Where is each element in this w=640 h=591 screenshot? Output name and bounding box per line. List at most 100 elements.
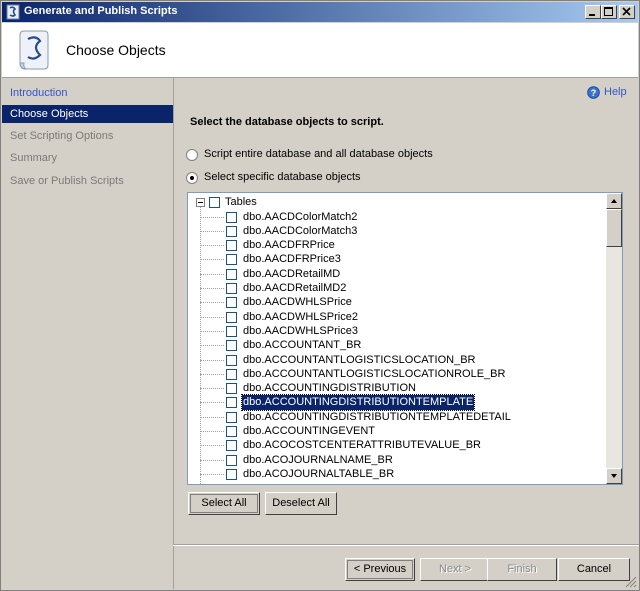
tree-root-label[interactable]: Tables: [224, 195, 258, 210]
radio-label[interactable]: Script entire database and all database …: [204, 148, 433, 160]
minimize-icon: [589, 14, 595, 16]
object-checkbox[interactable]: [226, 269, 237, 280]
minimize-button[interactable]: [585, 5, 601, 19]
tree-guide-line: [200, 259, 224, 260]
select-all-button[interactable]: Select All: [188, 492, 260, 515]
object-checkbox[interactable]: [226, 312, 237, 323]
tree-item-label[interactable]: dbo.ACOCOSTCENTERATTRIBUTEVALUE_BR: [242, 438, 482, 453]
previous-button[interactable]: < Previous: [345, 558, 415, 581]
window-title: Generate and Publish Scripts: [24, 5, 178, 17]
object-checkbox[interactable]: [226, 469, 237, 480]
object-checkbox[interactable]: [226, 426, 237, 437]
tree-guide-line: [200, 302, 224, 303]
tree-item-label[interactable]: dbo.AACDRetailMD2: [242, 281, 347, 296]
object-checkbox[interactable]: [226, 283, 237, 294]
tree-item-label[interactable]: dbo.ACCOUNTANTLOGISTICSLOCATIONROLE_BR: [242, 367, 506, 382]
sidebar-item-choose-objects[interactable]: Choose Objects: [2, 105, 173, 123]
tree-guide-line: [200, 374, 224, 375]
tree-item-label[interactable]: dbo.ACCOUNTINGEVENT: [242, 424, 376, 439]
tree-guide-line: [200, 217, 224, 218]
tree-item-label[interactable]: dbo.ACCOUNTINGDISTRIBUTIONTEMPLATEDETAIL: [242, 410, 512, 425]
scroll-down-button[interactable]: [606, 468, 622, 484]
close-button[interactable]: [619, 5, 635, 19]
tree-guide-line: [200, 360, 224, 361]
tree-item-label[interactable]: dbo.AACDWHLSPrice3: [242, 324, 359, 339]
object-checkbox[interactable]: [226, 240, 237, 251]
maximize-button[interactable]: [601, 5, 617, 19]
tree-guide-line: [200, 331, 224, 332]
tables-checkbox[interactable]: [209, 197, 220, 208]
sidebar-item-introduction[interactable]: Introduction: [2, 84, 173, 102]
page-title: Choose Objects: [66, 42, 166, 58]
tree-item-label[interactable]: dbo.AACDColorMatch2: [242, 210, 358, 225]
tree-item-label[interactable]: dbo.AACDWHLSPrice2: [242, 310, 359, 325]
collapse-toggle-icon[interactable]: [196, 198, 205, 207]
object-checkbox[interactable]: [226, 212, 237, 223]
script-scroll-icon: [19, 30, 49, 70]
tree-guide-line: [200, 431, 224, 432]
script-app-icon: [6, 4, 20, 20]
tree-guide-line: [200, 460, 224, 461]
resize-grip-icon[interactable]: [625, 576, 637, 588]
tree-item-label[interactable]: dbo.ACCOUNTINGDISTRIBUTION: [242, 381, 417, 396]
object-checkbox[interactable]: [226, 340, 237, 351]
tree-guide-line: [200, 245, 224, 246]
finish-button: Finish: [487, 558, 557, 581]
sidebar-item-set-scripting-options: Set Scripting Options: [10, 130, 114, 142]
object-tree[interactable]: Tables dbo.AACDColorMatch2 dbo.AACDColorM…: [187, 192, 623, 485]
help-label[interactable]: Help: [604, 86, 627, 98]
tree-guide-line: [200, 474, 224, 475]
instruction-text: Select the database objects to script.: [190, 116, 384, 128]
object-checkbox[interactable]: [226, 355, 237, 366]
svg-text:?: ?: [591, 88, 597, 98]
object-checkbox[interactable]: [226, 326, 237, 337]
tree-item-label[interactable]: dbo.AACDRetailMD: [242, 267, 341, 282]
tree-guide-line: [200, 274, 224, 275]
footer-separator: [173, 544, 639, 546]
radio-label[interactable]: Select specific database objects: [204, 171, 361, 183]
object-checkbox[interactable]: [226, 455, 237, 466]
tree-item-label[interactable]: dbo.AACDColorMatch3: [242, 224, 358, 239]
tree-guide-line: [200, 417, 224, 418]
tree-guide-line: [200, 445, 224, 446]
tree-item-label[interactable]: dbo.ACOJOURNALTABLE_BR: [242, 467, 395, 482]
vertical-scrollbar[interactable]: [606, 193, 622, 484]
maximize-icon: [604, 7, 613, 16]
object-checkbox[interactable]: [226, 397, 237, 408]
object-checkbox[interactable]: [226, 383, 237, 394]
tree-item-label[interactable]: dbo.AACDWHLSPrice: [242, 295, 353, 310]
close-icon: [622, 7, 631, 16]
tree-item-label[interactable]: dbo.AACDFRPrice3: [242, 252, 342, 267]
sidebar-item-summary: Summary: [10, 152, 58, 164]
arrow-up-icon: [611, 199, 617, 203]
tree-guide-line: [200, 288, 224, 289]
radio-button[interactable]: [186, 149, 198, 161]
tree-guide-line: [200, 345, 224, 346]
deselect-all-button[interactable]: Deselect All: [265, 492, 337, 515]
object-checkbox[interactable]: [226, 369, 237, 380]
sidebar-item-save-or-publish-scripts: Save or Publish Scripts: [10, 175, 124, 187]
radio-button[interactable]: [186, 172, 198, 184]
object-checkbox[interactable]: [226, 226, 237, 237]
wizard-sidebar: Introduction Choose Objects Set Scriptin…: [2, 78, 174, 589]
tree-guide-line: [200, 317, 224, 318]
tree-item-label[interactable]: dbo.ACCOUNTINGDISTRIBUTIONTEMPLATE: [240, 394, 476, 411]
object-checkbox[interactable]: [226, 254, 237, 265]
object-checkbox[interactable]: [226, 297, 237, 308]
scroll-thumb[interactable]: [606, 209, 622, 247]
cancel-button[interactable]: Cancel: [558, 558, 630, 581]
wizard-header: Choose Objects: [2, 23, 638, 78]
tree-item-label[interactable]: dbo.ACOJOURNALNAME_BR: [242, 453, 394, 468]
object-checkbox[interactable]: [226, 440, 237, 451]
tree-item-label[interactable]: dbo.ACCOUNTANTLOGISTICSLOCATION_BR: [242, 353, 476, 368]
title-bar[interactable]: Generate and Publish Scripts: [2, 2, 638, 22]
tree-guide-line: [200, 402, 224, 403]
object-checkbox[interactable]: [226, 412, 237, 423]
scroll-up-button[interactable]: [606, 193, 622, 209]
help-icon: ?: [587, 86, 600, 99]
generate-publish-scripts-window: Generate and Publish Scripts Choose Obje…: [0, 0, 640, 591]
arrow-down-icon: [611, 474, 617, 478]
tree-guide-line: [200, 388, 224, 389]
tree-item-label[interactable]: dbo.ACCOUNTANT_BR: [242, 338, 362, 353]
tree-item-label[interactable]: dbo.AACDFRPrice: [242, 238, 336, 253]
